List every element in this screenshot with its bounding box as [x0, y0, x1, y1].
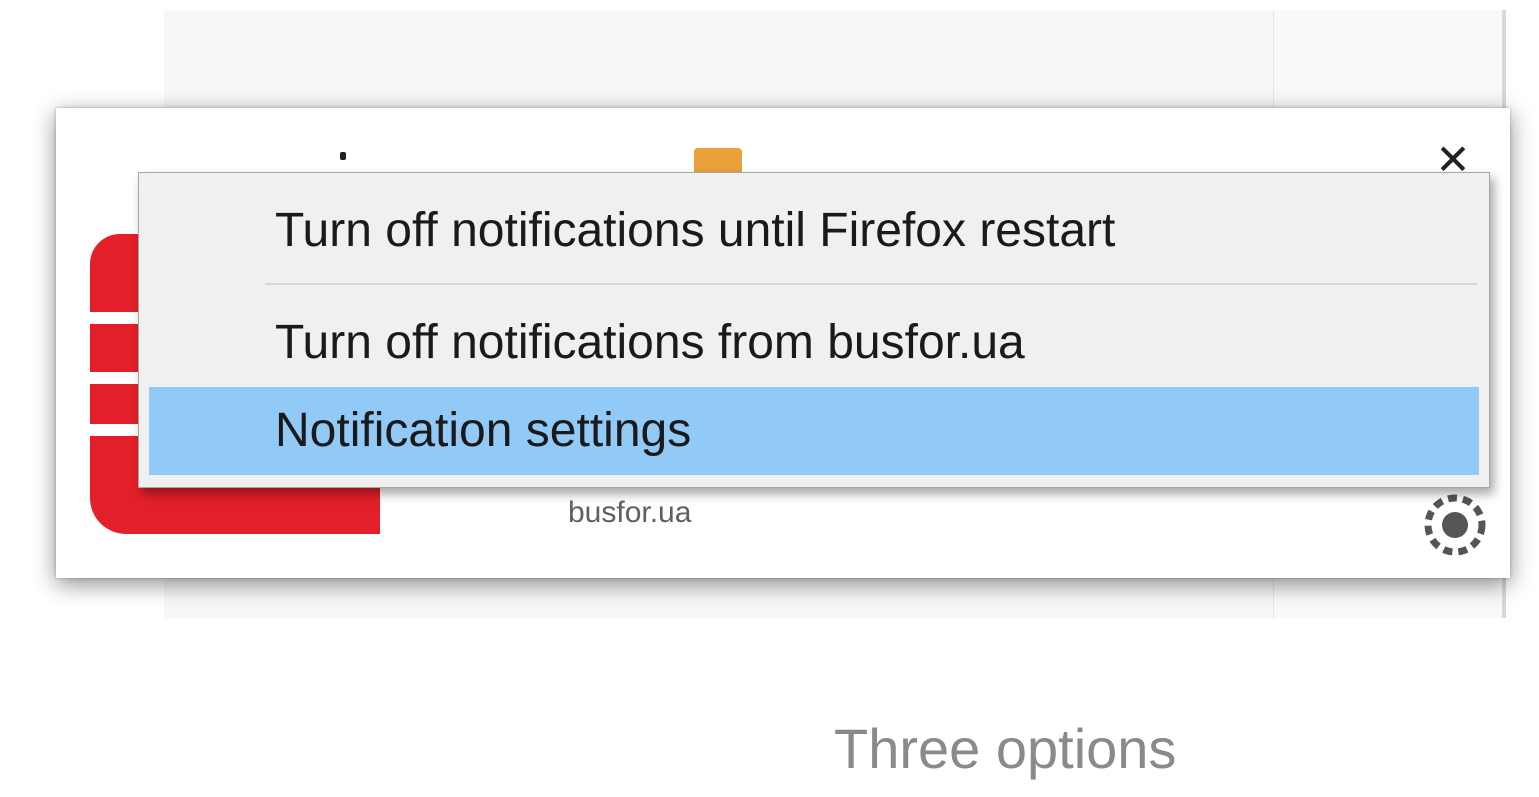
notification-title-fragment: [340, 152, 346, 160]
menu-item-turn-off-until-restart[interactable]: Turn off notifications until Firefox res…: [149, 187, 1479, 275]
notification-context-menu: Turn off notifications until Firefox res…: [138, 172, 1490, 488]
screenshot-stage: ✕ busfor.ua Turn off notifications until…: [0, 0, 1539, 797]
caption: Three options: [834, 717, 1177, 780]
logo-stripe: [90, 372, 140, 384]
menu-item-turn-off-from-site[interactable]: Turn off notifications from busfor.ua: [149, 299, 1479, 387]
gear-icon[interactable]: [1420, 490, 1490, 560]
menu-item-notification-settings[interactable]: Notification settings: [149, 387, 1479, 475]
notification-origin: busfor.ua: [568, 496, 692, 529]
logo-stripe: [90, 312, 138, 324]
menu-separator: [265, 283, 1477, 285]
notification-emoji-icon: [694, 148, 742, 174]
logo-stripe: [90, 424, 140, 436]
